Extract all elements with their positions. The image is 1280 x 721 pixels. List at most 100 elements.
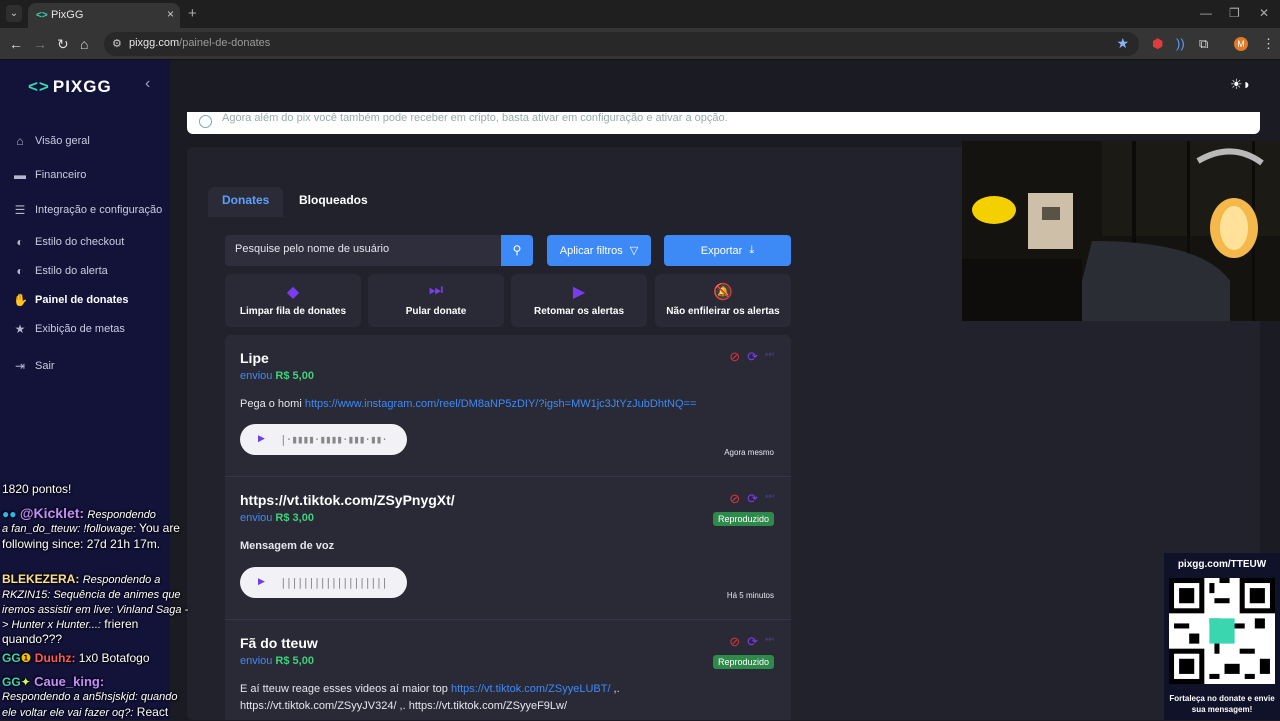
donate-item: Lipe enviou R$ 5,00 ⊘ ⟳ ⏭ Pega o homi htt… [225, 335, 791, 477]
donate-amount: enviou R$ 3,00 [240, 512, 314, 524]
sidebar-item-estilo-checkout[interactable]: ◐ Estilo do checkout [13, 232, 124, 252]
sidebar-item-sair[interactable]: ⇥ Sair [13, 356, 55, 376]
tab-list-button[interactable]: ⌄ [6, 5, 22, 22]
info-banner: Agora além do pix você também pode receb… [187, 112, 1260, 134]
play-icon[interactable]: ▶ [258, 576, 265, 587]
replay-icon[interactable]: ⟳ [747, 491, 758, 507]
export-button[interactable]: Exportar ⤓ [664, 235, 791, 266]
waveform[interactable]: ||||||||||||||||||| [280, 576, 388, 589]
profile-avatar[interactable]: M [1234, 37, 1248, 51]
donor-name: Lipe [240, 350, 269, 366]
bot-badge-icon: ●● [2, 507, 17, 521]
close-window-icon[interactable]: ✕ [1259, 6, 1269, 20]
message-link[interactable]: https://www.instagram.com/reel/DM8aNP5zD… [305, 398, 697, 410]
skip-donate-button[interactable]: ⏭ Pular donate [368, 274, 504, 327]
replay-icon[interactable]: ⟳ [747, 634, 758, 650]
donate-time: Agora mesmo [724, 448, 774, 457]
replay-icon[interactable]: ⟳ [747, 349, 758, 365]
bookmark-star-icon[interactable]: ★ [1116, 35, 1129, 52]
clear-queue-button[interactable]: ◆ Limpar fila de donates [225, 274, 361, 327]
donate-controls: ⊘ ⟳ ⏭ [729, 349, 774, 365]
collapse-sidebar-icon[interactable]: ‹ [145, 75, 150, 93]
coin-badge-icon: ❶ [20, 651, 32, 665]
forward-icon[interactable]: → [33, 36, 47, 52]
play-icon[interactable]: ▶ [258, 433, 265, 444]
url-text: pixgg.com/painel-de-donates [129, 37, 271, 49]
browser-tab[interactable]: <> PixGG × [28, 3, 180, 28]
donor-name: https://vt.tiktok.com/ZSyPnygXt/ [240, 492, 455, 508]
sidebar-item-visao-geral[interactable]: ⌂ Visão geral [13, 131, 89, 151]
block-icon[interactable]: ⊘ [729, 349, 740, 365]
donate-amount: enviou R$ 5,00 [240, 655, 314, 667]
play-icon: ▶ [572, 284, 586, 301]
info-banner-text: Agora além do pix você também pode receb… [222, 112, 728, 124]
message-link[interactable]: https://vt.tiktok.com/ZSyyeLUBT/ [451, 683, 611, 695]
menu-kebab-icon[interactable]: ⋮ [1262, 36, 1275, 52]
extension-wave-icon[interactable]: )) [1176, 36, 1185, 51]
sidebar-item-painel-donates[interactable]: ✋ Painel de donates [13, 290, 129, 310]
restore-icon[interactable]: ❐ [1229, 6, 1240, 20]
chat-badge-icon: GG [2, 675, 21, 689]
qr-code [1169, 578, 1275, 684]
search-input[interactable]: Pesquise pelo nome de usuário [225, 235, 501, 266]
pixgg-favicon-icon: <> [36, 10, 48, 21]
logout-icon: ⇥ [14, 359, 26, 373]
webcam-scene [962, 141, 1280, 321]
apply-filters-button[interactable]: Aplicar filtros ▽ [547, 235, 651, 266]
eraser-icon: ◆ [286, 284, 300, 301]
tab-donates[interactable]: Donates [208, 187, 284, 217]
skip-icon[interactable]: ⏭ [765, 491, 774, 507]
chat-message: GG❶ Duuhz: 1x0 Botafogo [2, 651, 150, 665]
search-placeholder: Pesquise pelo nome de usuário [235, 243, 390, 255]
audio-player[interactable]: ▶ |·▮▮▮▮·▮▮▮▮·▮▮▮·▮▮· [240, 424, 407, 455]
address-bar[interactable]: ⚙ pixgg.com/painel-de-donates ★ [104, 32, 1139, 56]
donate-message: Pega o homi https://www.instagram.com/re… [240, 398, 697, 410]
home-icon[interactable]: ⌂ [80, 36, 88, 52]
chat-message: ●● @Kicklet: Respondendo [2, 505, 156, 521]
site-info-icon[interactable]: ⚙ [112, 37, 122, 50]
donor-name: Fã do tteuw [240, 635, 318, 651]
sparkle-badge-icon: ✦ [20, 675, 31, 689]
sidebar-item-metas[interactable]: ★ Exibição de metas [13, 319, 125, 339]
home-icon: ⌂ [16, 134, 24, 148]
new-tab-icon[interactable]: + [188, 5, 197, 22]
donate-message: Mensagem de voz [240, 540, 335, 552]
status-badge: Reproduzido [712, 655, 774, 669]
browser-tab-bar: ⌄ <> PixGG × + — ❐ ✕ [0, 0, 1280, 28]
webcam-overlay [962, 141, 1280, 321]
chat-message-body: Respondendo a an5hsjskjd: quando ele vol… [2, 691, 178, 719]
donate-message: E aí tteuw reage esses videos aí maior t… [240, 683, 620, 712]
sidebar-item-financeiro[interactable]: ▬ Financeiro [13, 165, 86, 185]
donate-controls: ⊘ ⟳ ⏭ [729, 491, 774, 507]
sidebar-item-estilo-alerta[interactable]: ◐ Estilo do alerta [13, 261, 107, 281]
donate-icon: ✋ [13, 293, 28, 307]
skip-icon: ⏭ [428, 282, 444, 299]
extension-shield-icon[interactable]: ⬢ [1152, 36, 1163, 52]
back-icon[interactable]: ← [9, 36, 23, 52]
tab-bloqueados[interactable]: Bloqueados [285, 187, 382, 217]
pixgg-logo[interactable]: <> PIXGG [28, 77, 112, 97]
palette-icon: ◐ [16, 235, 24, 249]
sidebar-item-integracao[interactable]: ☰ Integração e configuração [13, 200, 163, 220]
wallet-icon: ▬ [14, 168, 26, 182]
close-tab-icon[interactable]: × [167, 7, 174, 21]
dont-queue-alerts-button[interactable]: 🔕 Não enfileirar os alertas [655, 274, 791, 327]
audio-player[interactable]: ▶ ||||||||||||||||||| [240, 567, 407, 598]
chat-message-body: a fan_do_tteuw: !followage: You are foll… [2, 521, 180, 551]
logo-mark-icon: <> [28, 77, 50, 96]
skip-icon[interactable]: ⏭ [765, 349, 774, 365]
block-icon[interactable]: ⊘ [729, 634, 740, 650]
donate-item: https://vt.tiktok.com/ZSyPnygXt/ enviou R… [225, 477, 791, 620]
search-icon: ⚲ [512, 243, 522, 257]
minimize-icon[interactable]: — [1200, 6, 1212, 20]
skip-icon[interactable]: ⏭ [765, 634, 774, 650]
waveform[interactable]: |·▮▮▮▮·▮▮▮▮·▮▮▮·▮▮· [280, 433, 388, 446]
browser-toolbar: ← → ↻ ⌂ ⚙ pixgg.com/painel-de-donates ★ … [0, 28, 1280, 60]
resume-alerts-button[interactable]: ▶ Retomar os alertas [511, 274, 647, 327]
search-button[interactable]: ⚲ [501, 235, 533, 266]
extensions-puzzle-icon[interactable]: ⧉ [1199, 36, 1208, 52]
reload-icon[interactable]: ↻ [57, 36, 69, 53]
theme-toggle-icon[interactable]: ☀◗ [1230, 76, 1251, 93]
bell-off-icon: 🔕 [713, 284, 733, 301]
block-icon[interactable]: ⊘ [729, 491, 740, 507]
